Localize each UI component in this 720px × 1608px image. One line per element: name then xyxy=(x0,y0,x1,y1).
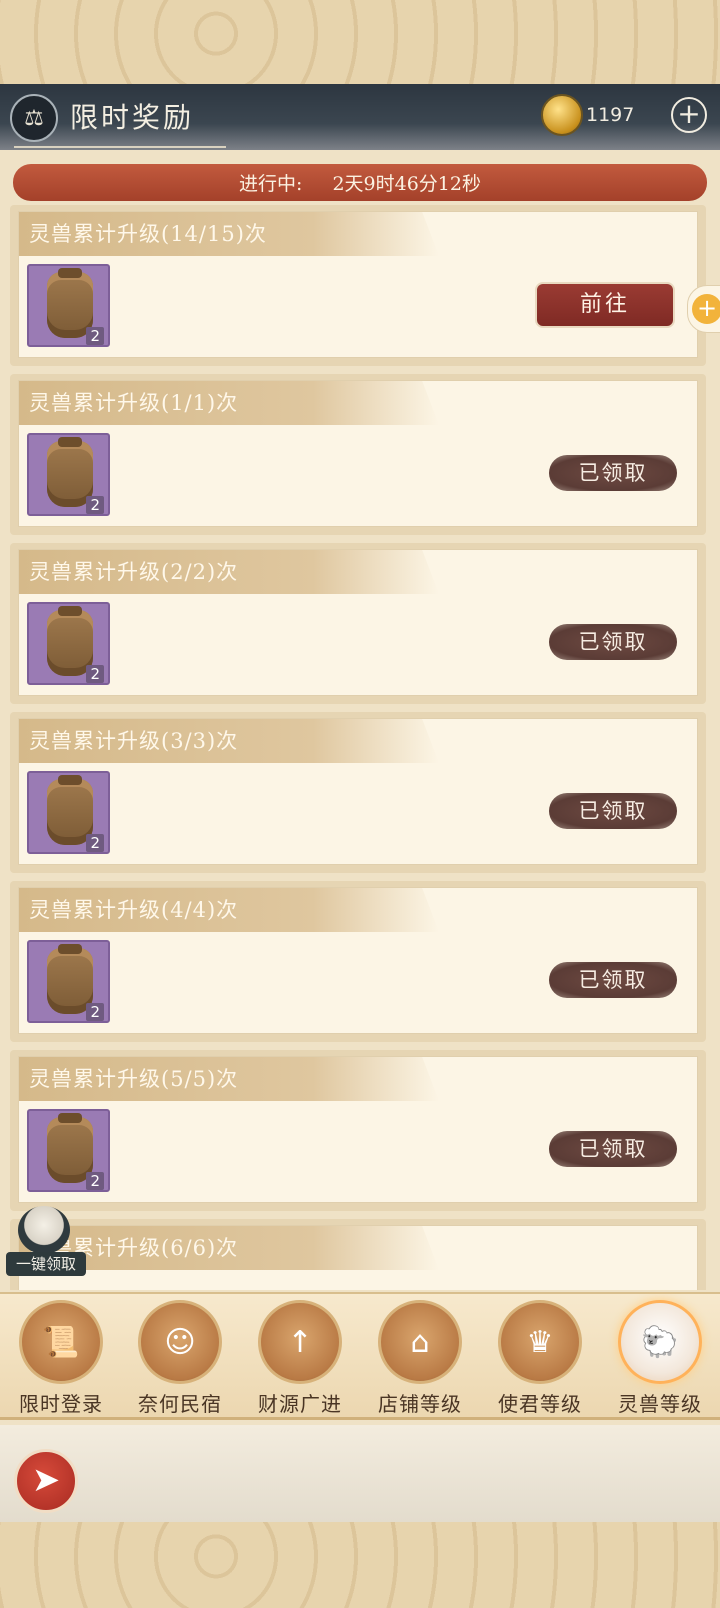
tab-label: 限时登录 xyxy=(19,1392,103,1416)
wealth-icon: ↑ xyxy=(258,1300,342,1384)
header: ⚖ 限时奖励 1197 + xyxy=(0,84,720,150)
crown-icon: ♛ xyxy=(498,1300,582,1384)
reward-item-slot[interactable]: 2 xyxy=(27,602,110,685)
scale-icon: ⚖ xyxy=(10,94,58,142)
reward-item-slot[interactable]: 2 xyxy=(27,433,110,516)
task-card-body: 灵兽累计升级(2/2)次 2 已领取 xyxy=(18,549,698,696)
reward-item-slot[interactable]: 2 xyxy=(27,940,110,1023)
page-title: 限时奖励 xyxy=(70,101,195,134)
add-currency-button[interactable]: + xyxy=(671,97,707,133)
money-bag-icon xyxy=(18,1206,70,1254)
title-underline xyxy=(14,146,226,148)
task-card-body: 灵兽累计升级(14/15)次 2 前往 xyxy=(18,211,698,358)
reward-item-count: 2 xyxy=(86,665,104,683)
tab-label: 使君等级 xyxy=(498,1392,582,1416)
side-expand-tab[interactable]: + xyxy=(687,285,720,333)
claimed-badge: 已领取 xyxy=(549,962,677,998)
task-card: 灵兽累计升级(14/15)次 2 前往 xyxy=(10,205,706,366)
top-decorative-band xyxy=(0,0,720,84)
tab-wealth[interactable]: ↑ 财源广进 xyxy=(245,1300,355,1418)
task-title: 灵兽累计升级(2/2)次 xyxy=(19,550,439,594)
tab-limited-login[interactable]: 📜 限时登录 xyxy=(6,1300,116,1418)
task-card: 灵兽累计升级(5/5)次 2 已领取 xyxy=(10,1050,706,1211)
timer-status: 进行中: xyxy=(239,173,303,195)
task-title: 灵兽累计升级(3/3)次 xyxy=(19,719,439,763)
reward-item-count: 2 xyxy=(86,327,104,345)
characters-icon: ☺ xyxy=(138,1300,222,1384)
tab-label: 财源广进 xyxy=(258,1392,342,1416)
task-card-body: 灵兽累计升级(5/5)次 2 已领取 xyxy=(18,1056,698,1203)
task-title: 灵兽累计升级(5/5)次 xyxy=(19,1057,439,1101)
reward-item-count: 2 xyxy=(86,834,104,852)
bottom-decorative-band xyxy=(0,1522,720,1608)
reward-item-slot[interactable]: 2 xyxy=(27,771,110,854)
tab-envoy-level[interactable]: ♛ 使君等级 xyxy=(485,1300,595,1418)
task-card: 灵兽累计升级(1/1)次 2 已领取 xyxy=(10,374,706,535)
tab-naihe-inn[interactable]: ☺ 奈何民宿 xyxy=(125,1300,235,1418)
task-card-body: 灵兽累计升级(1/1)次 2 已领取 xyxy=(18,380,698,527)
claimed-badge: 已领取 xyxy=(549,455,677,491)
scroll-icon: 📜 xyxy=(19,1300,103,1384)
back-button[interactable]: ➤ xyxy=(14,1449,78,1513)
category-tab-bar: 📜 限时登录 ☺ 奈何民宿 ↑ 财源广进 ⌂ 店铺等级 ♛ 使君等级 🐑 灵兽等… xyxy=(0,1292,720,1420)
claimed-badge: 已领取 xyxy=(549,1131,677,1167)
reward-item-count: 2 xyxy=(86,496,104,514)
reward-item-slot[interactable]: 2 xyxy=(27,1109,110,1192)
reward-item-slot[interactable]: 2 xyxy=(27,264,110,347)
claimed-badge: 已领取 xyxy=(549,793,677,829)
tab-label: 店铺等级 xyxy=(378,1392,462,1416)
tab-label: 灵兽等级 xyxy=(618,1392,702,1416)
task-title: 灵兽累计升级(1/1)次 xyxy=(19,381,439,425)
tab-spirit-beast-level[interactable]: 🐑 灵兽等级 xyxy=(605,1300,715,1418)
currency-count: 1197 xyxy=(586,104,635,126)
task-card: 灵兽累计升级(2/2)次 2 已领取 xyxy=(10,543,706,704)
footer-area: ➤ xyxy=(0,1425,720,1522)
reward-item-count: 2 xyxy=(86,1003,104,1021)
task-card-body: 灵兽累计升级(6/6)次 xyxy=(18,1225,698,1290)
task-list[interactable]: 灵兽累计升级(14/15)次 2 前往 灵兽累计升级(1/1)次 2 已领取 灵… xyxy=(0,205,720,1290)
task-card: 灵兽累计升级(4/4)次 2 已领取 xyxy=(10,881,706,1042)
task-card: 灵兽累计升级(3/3)次 2 已领取 xyxy=(10,712,706,873)
task-card: 灵兽累计升级(6/6)次 xyxy=(10,1219,706,1290)
goto-button[interactable]: 前往 xyxy=(535,282,675,328)
shop-icon: ⌂ xyxy=(378,1300,462,1384)
spirit-beast-icon: 🐑 xyxy=(618,1300,702,1384)
one-key-claim-button[interactable]: 一键领取 xyxy=(6,1206,86,1276)
task-card-body: 灵兽累计升级(4/4)次 2 已领取 xyxy=(18,887,698,1034)
task-title: 灵兽累计升级(14/15)次 xyxy=(19,212,439,256)
claimed-badge: 已领取 xyxy=(549,624,677,660)
reward-item-count: 2 xyxy=(86,1172,104,1190)
one-key-claim-label: 一键领取 xyxy=(6,1252,86,1276)
task-card-body: 灵兽累计升级(3/3)次 2 已领取 xyxy=(18,718,698,865)
event-timer-banner: 进行中: 2天9时46分12秒 xyxy=(13,164,707,201)
back-arrow-icon: ➤ xyxy=(31,1460,61,1500)
task-title: 灵兽累计升级(4/4)次 xyxy=(19,888,439,932)
tab-shop-level[interactable]: ⌂ 店铺等级 xyxy=(365,1300,475,1418)
gold-ingot-icon xyxy=(541,94,583,136)
plus-icon: + xyxy=(692,294,720,324)
tab-label: 奈何民宿 xyxy=(138,1392,222,1416)
timer-remaining: 2天9时46分12秒 xyxy=(332,173,481,195)
